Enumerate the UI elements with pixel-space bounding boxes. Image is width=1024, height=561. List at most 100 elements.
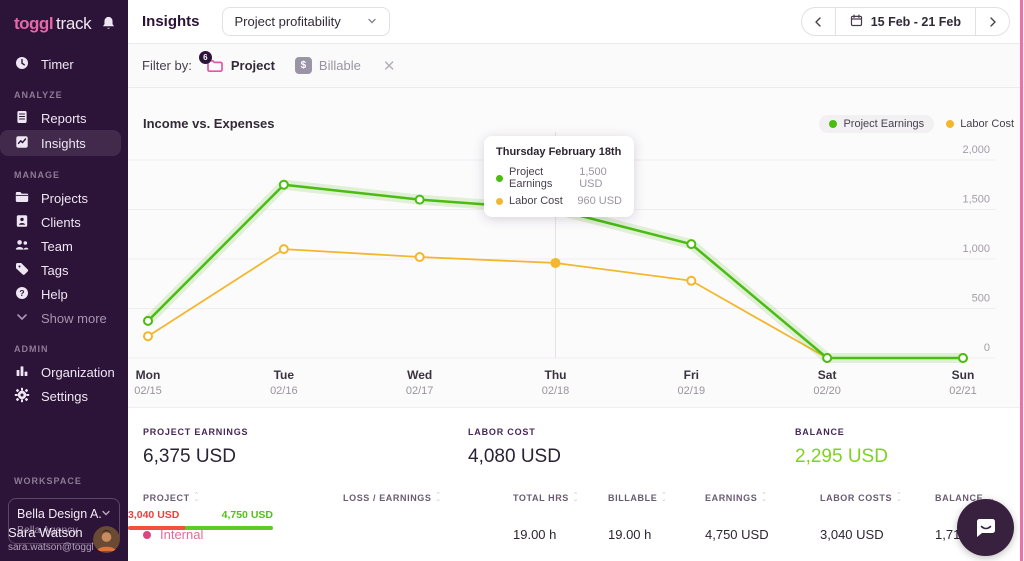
data-point-project-earnings[interactable] — [687, 240, 695, 248]
data-point-labor-cost[interactable] — [416, 253, 424, 261]
column-header-earnings[interactable]: EARNINGS⌃⌄ — [705, 493, 767, 503]
main-content: Insights Project profitability 15 Feb - … — [128, 0, 1024, 561]
legend-dot-yellow — [946, 120, 954, 128]
help-icon: ? — [14, 285, 30, 304]
sidebar-item-settings[interactable]: Settings — [0, 384, 128, 408]
data-point-labor-cost[interactable] — [551, 259, 559, 267]
labor-costs-cell: 3,040 USD — [820, 527, 884, 542]
sidebar-item-label: Team — [41, 239, 73, 254]
x-tick-date: 02/17 — [406, 385, 434, 397]
sidebar-item-reports[interactable]: Reports — [0, 106, 128, 130]
chat-widget-button[interactable] — [957, 499, 1014, 556]
chart-legend: Project Earnings Labor Cost — [819, 115, 1014, 133]
summary-section: PROJECT EARNINGS 6,375 USD LABOR COST 4,… — [128, 415, 1024, 481]
filter-by-label: Filter by: — [142, 58, 192, 73]
tooltip-label: Project Earnings — [509, 166, 573, 190]
filter-chip-project[interactable]: 6 Project — [206, 58, 275, 74]
sort-icon: ⌃⌄ — [761, 494, 767, 502]
tooltip-row: Project Earnings 1,500 USD — [496, 166, 622, 190]
tooltip-value: 1,500 USD — [579, 166, 622, 190]
sidebar-item-label: Show more — [41, 311, 107, 326]
sidebar-item-tags[interactable]: Tags — [0, 258, 128, 282]
sidebar-item-projects[interactable]: Projects — [0, 186, 128, 210]
table-row[interactable]: Internal 3,040 USD 4,750 USD 19.00 h 19.… — [128, 509, 1024, 561]
view-selector-dropdown[interactable]: Project profitability — [222, 7, 390, 36]
total-hrs-cell: 19.00 h — [513, 527, 556, 542]
x-tick-day: Thu — [544, 368, 566, 382]
filter-chip-billable[interactable]: $ Billable — [295, 57, 361, 74]
summary-balance: BALANCE 2,295 USD — [795, 427, 888, 468]
summary-value: 6,375 USD — [143, 446, 248, 468]
pink-scrollbar[interactable] — [1020, 0, 1023, 561]
filter-bar: Filter by: 6 Project $ Billable ✕ — [128, 44, 1024, 88]
bell-icon[interactable] — [101, 15, 116, 34]
sidebar-item-organization[interactable]: Organization Beta — [0, 360, 128, 384]
section-workspace: WORKSPACE — [0, 408, 128, 492]
next-period-button[interactable] — [976, 8, 1009, 35]
app-window: toggl track Timer ANALYZE Reports Insigh… — [0, 0, 1024, 561]
sidebar-item-help[interactable]: ? Help — [0, 282, 128, 306]
legend-item-labor-cost[interactable]: Labor Cost — [946, 118, 1014, 130]
data-point-project-earnings[interactable] — [280, 181, 288, 189]
summary-label: PROJECT EARNINGS — [143, 427, 248, 437]
project-cell[interactable]: Internal — [143, 527, 203, 542]
clear-filter-icon[interactable]: ✕ — [383, 57, 396, 75]
summary-value: 4,080 USD — [468, 446, 561, 468]
avatar[interactable] — [93, 526, 120, 553]
column-header-project[interactable]: PROJECT⌃⌄ — [143, 493, 200, 503]
legend-item-project-earnings[interactable]: Project Earnings — [819, 115, 934, 133]
loss-value: 3,040 USD — [128, 509, 179, 521]
user-profile[interactable]: Sara Watson sara.watson@toggl... — [0, 525, 128, 553]
x-tick-date: 02/20 — [813, 385, 841, 397]
filter-chip-label: Billable — [319, 58, 361, 73]
column-header-labor-costs[interactable]: LABOR COSTS⌃⌄ — [820, 493, 902, 503]
data-point-labor-cost[interactable] — [687, 277, 695, 285]
project-name: Internal — [160, 527, 203, 542]
sidebar-item-label: Projects — [41, 191, 88, 206]
sort-icon: ⌃⌄ — [896, 494, 902, 502]
header-bar: Insights Project profitability 15 Feb - … — [128, 0, 1024, 44]
data-point-project-earnings[interactable] — [416, 196, 424, 204]
legend-label: Project Earnings — [843, 118, 924, 130]
x-tick-date: 02/18 — [542, 385, 570, 397]
user-email: sara.watson@toggl... — [8, 542, 93, 553]
y-tick-label: 0 — [984, 342, 990, 354]
column-header-loss-earnings[interactable]: LOSS / EARNINGS⌃⌄ — [343, 493, 442, 503]
data-point-project-earnings[interactable] — [823, 354, 831, 362]
x-tick-day: Sun — [952, 368, 975, 382]
user-name: Sara Watson — [8, 525, 93, 540]
date-range-button[interactable]: 15 Feb - 21 Feb — [835, 8, 976, 35]
sidebar-item-label: Reports — [41, 111, 87, 126]
gear-icon — [14, 387, 30, 406]
data-point-labor-cost[interactable] — [280, 245, 288, 253]
logo-track: track — [56, 14, 91, 34]
legend-dot-green — [829, 120, 837, 128]
logo-toggl: toggl — [14, 14, 53, 34]
sort-icon: ⌃⌄ — [436, 494, 442, 502]
sidebar-item-show-more[interactable]: Show more — [0, 306, 128, 330]
chat-icon — [973, 515, 999, 541]
data-point-labor-cost[interactable] — [144, 332, 152, 340]
page-title: Insights — [142, 13, 200, 30]
column-header-total-hrs[interactable]: TOTAL HRS⌃⌄ — [513, 493, 579, 503]
tooltip-dot-yellow — [496, 198, 503, 205]
prev-period-button[interactable] — [802, 8, 835, 35]
y-tick-label: 500 — [972, 293, 990, 305]
data-point-project-earnings[interactable] — [959, 354, 967, 362]
sidebar-item-team[interactable]: Team — [0, 234, 128, 258]
sidebar-item-clients[interactable]: Clients — [0, 210, 128, 234]
tooltip-dot-green — [496, 175, 503, 182]
logo: toggl track — [0, 0, 128, 44]
sidebar-item-timer[interactable]: Timer — [0, 52, 128, 76]
section-analyze: ANALYZE — [0, 76, 128, 106]
sort-icon: ⌃⌄ — [194, 494, 200, 502]
x-tick-date: 02/16 — [270, 385, 298, 397]
billable-dollar-icon: $ — [295, 57, 312, 74]
y-tick-label: 1,500 — [962, 194, 990, 206]
tooltip-row: Labor Cost 960 USD — [496, 195, 622, 207]
data-point-project-earnings[interactable] — [144, 317, 152, 325]
sidebar-item-insights[interactable]: Insights — [0, 130, 121, 156]
column-header-billable[interactable]: BILLABLE⌃⌄ — [608, 493, 667, 503]
x-tick-day: Wed — [407, 368, 432, 382]
tooltip-label: Labor Cost — [509, 195, 563, 207]
